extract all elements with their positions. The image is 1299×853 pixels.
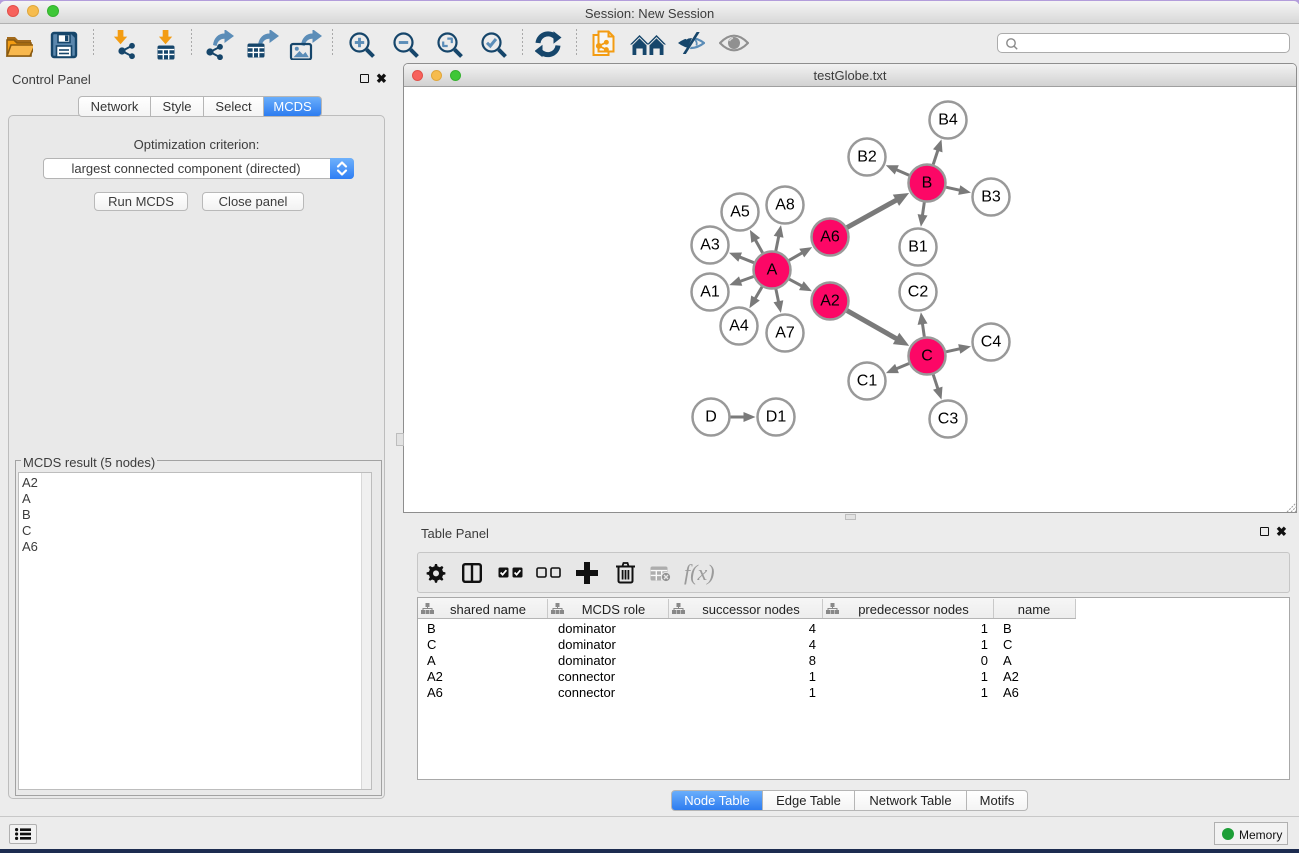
svg-text:B3: B3 (981, 189, 1001, 206)
svg-text:C2: C2 (908, 284, 929, 301)
svg-text:A6: A6 (820, 229, 840, 246)
svg-text:C4: C4 (981, 334, 1002, 351)
svg-text:B: B (922, 175, 933, 192)
svg-text:A2: A2 (820, 293, 840, 310)
svg-text:B1: B1 (908, 239, 928, 256)
svg-text:D1: D1 (766, 409, 787, 426)
svg-text:A3: A3 (700, 237, 720, 254)
svg-text:A5: A5 (730, 204, 750, 221)
svg-text:A4: A4 (729, 318, 749, 335)
svg-text:A: A (767, 262, 778, 279)
svg-text:C3: C3 (938, 411, 959, 428)
svg-text:B4: B4 (938, 112, 958, 129)
svg-text:D: D (705, 409, 717, 426)
svg-text:A7: A7 (775, 325, 795, 342)
svg-text:A1: A1 (700, 284, 720, 301)
svg-text:C1: C1 (857, 373, 878, 390)
svg-text:B2: B2 (857, 149, 877, 166)
svg-text:A8: A8 (775, 197, 795, 214)
svg-text:C: C (921, 348, 933, 365)
